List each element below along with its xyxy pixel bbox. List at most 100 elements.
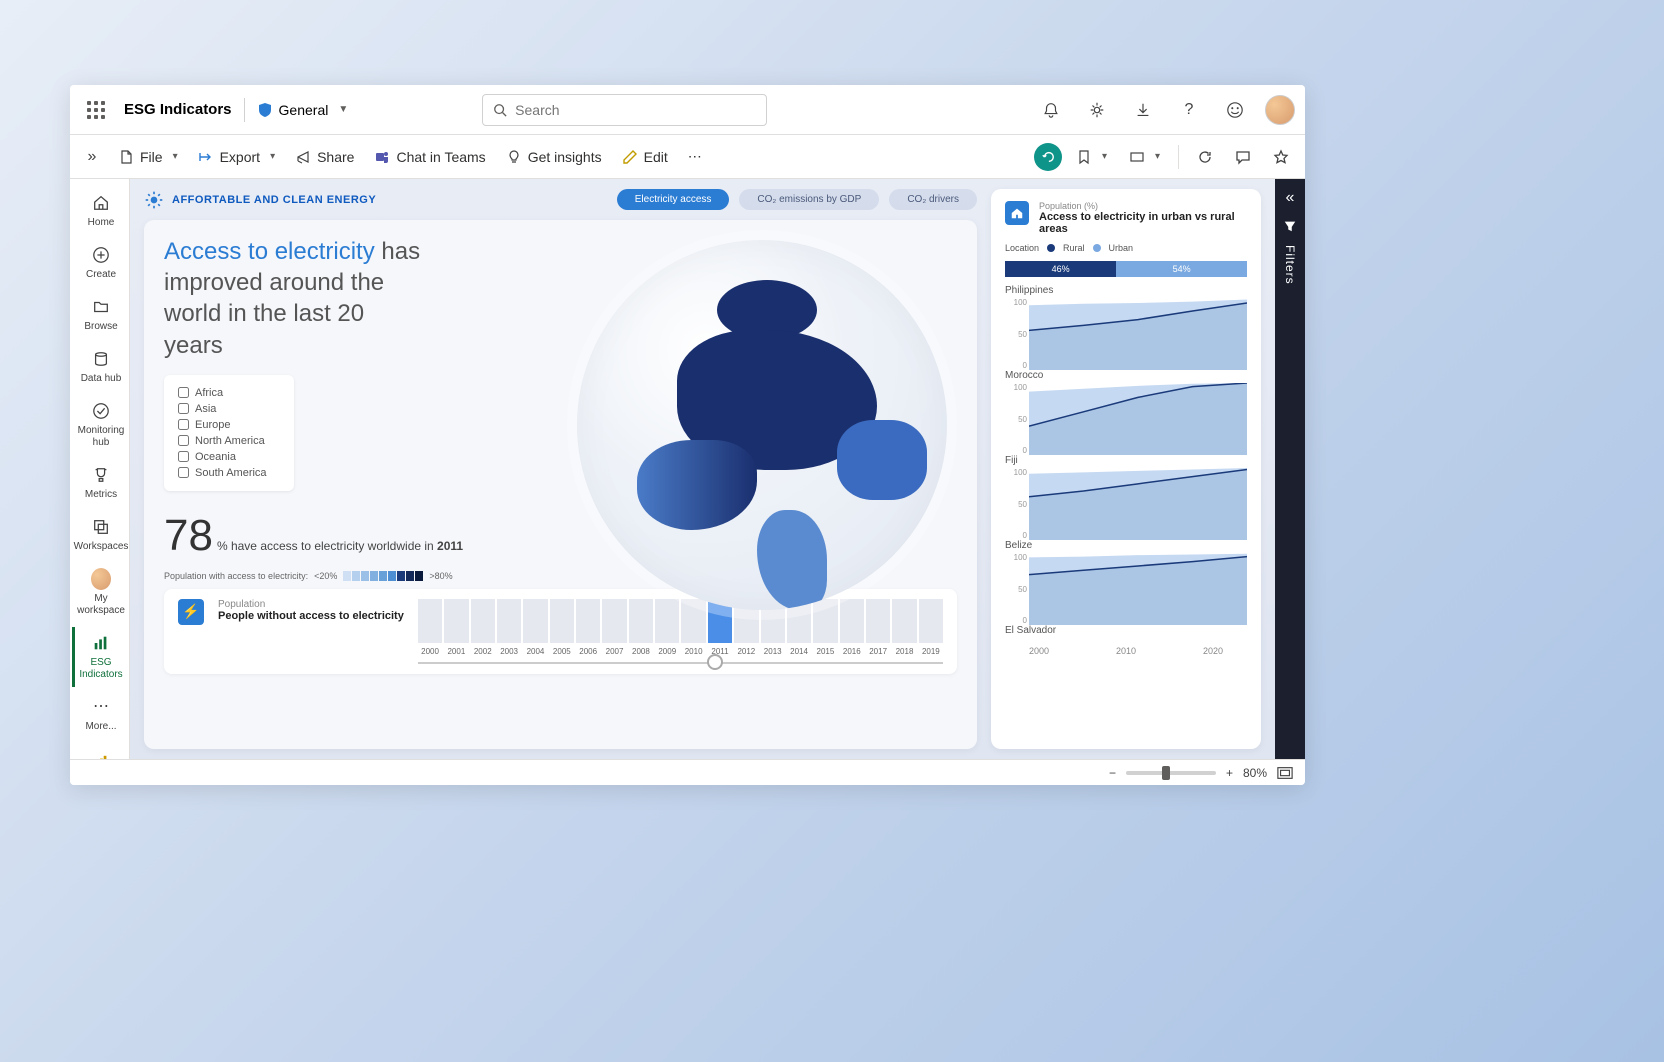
nav-myworkspace[interactable]: My workspace xyxy=(72,563,128,623)
lightbulb-icon xyxy=(506,149,522,165)
favorite-button[interactable] xyxy=(1265,141,1297,173)
sensitivity-dropdown[interactable]: General ▼ xyxy=(257,102,349,118)
slider-thumb[interactable] xyxy=(1162,766,1170,780)
timeline-bar[interactable] xyxy=(444,599,468,643)
timeline-bar[interactable] xyxy=(550,599,574,643)
nav-home[interactable]: Home xyxy=(72,187,128,235)
filters-label: Filters xyxy=(1283,245,1297,285)
region-checkbox[interactable]: Asia xyxy=(178,401,280,417)
legend-high: >80% xyxy=(429,571,452,581)
mini-area-chart[interactable]: Philippines100500 xyxy=(1005,285,1247,370)
insights-label: Get insights xyxy=(528,149,602,165)
split-urban: 54% xyxy=(1116,261,1247,277)
more-menu[interactable]: ⋯ xyxy=(680,144,710,169)
feedback-button[interactable] xyxy=(1219,94,1251,126)
mini-area-chart[interactable]: Belize100500 xyxy=(1005,540,1247,625)
topic-label: AFFORTABLE AND CLEAN ENERGY xyxy=(172,194,376,206)
avatar-icon xyxy=(91,568,111,590)
view-menu[interactable]: ▾ xyxy=(1121,145,1168,169)
year-label: 2008 xyxy=(629,647,653,656)
edit-button[interactable]: Edit xyxy=(614,145,676,169)
refresh-button[interactable] xyxy=(1189,141,1221,173)
region-checkbox[interactable]: Oceania xyxy=(178,449,280,465)
smiley-icon xyxy=(1226,101,1244,119)
mini-area-chart[interactable]: Fiji100500 xyxy=(1005,455,1247,540)
ellipsis-icon: ⋯ xyxy=(93,697,109,716)
nav-label: Home xyxy=(88,217,115,229)
region-checkbox[interactable]: Africa xyxy=(178,385,280,401)
x-tick: 2020 xyxy=(1203,646,1223,656)
insights-button[interactable]: Get insights xyxy=(498,145,610,169)
file-menu[interactable]: File ▾ xyxy=(110,145,186,169)
user-avatar[interactable] xyxy=(1265,95,1295,125)
bookmark-icon xyxy=(1076,149,1092,165)
comment-button[interactable] xyxy=(1227,141,1259,173)
timeline-bar[interactable] xyxy=(523,599,547,643)
share-icon xyxy=(295,149,311,165)
zoom-in[interactable]: + xyxy=(1226,766,1233,780)
timeline-bar[interactable] xyxy=(418,599,442,643)
app-launcher[interactable] xyxy=(80,94,112,126)
x-tick: 2010 xyxy=(1116,646,1136,656)
timeline-slider[interactable] xyxy=(418,662,943,664)
nav-datahub[interactable]: Data hub xyxy=(72,343,128,391)
search-field[interactable] xyxy=(515,102,756,118)
fit-page-icon[interactable] xyxy=(1277,766,1293,780)
year-label: 2005 xyxy=(550,647,574,656)
settings-button[interactable] xyxy=(1081,94,1113,126)
notifications-button[interactable] xyxy=(1035,94,1067,126)
region-filter[interactable]: AfricaAsiaEuropeNorth AmericaOceaniaSout… xyxy=(164,375,294,491)
slider-thumb[interactable] xyxy=(707,654,723,670)
share-button[interactable]: Share xyxy=(287,145,362,169)
view-icon xyxy=(1129,149,1145,165)
region-checkbox[interactable]: South America xyxy=(178,465,280,481)
nav-monitoring[interactable]: Monitoring hub xyxy=(72,395,128,455)
bookmark-menu[interactable]: ▾ xyxy=(1068,145,1115,169)
report-tab[interactable]: CO₂ emissions by GDP xyxy=(739,189,879,210)
chevron-down-icon: ▾ xyxy=(270,151,275,162)
nav-label: Workspaces xyxy=(74,541,129,553)
left-nav: Home Create Browse Data hub Monitoring h… xyxy=(70,179,130,759)
report-tab[interactable]: Electricity access xyxy=(617,189,730,210)
zoom-slider[interactable] xyxy=(1126,771,1216,775)
year-label: 2016 xyxy=(840,647,864,656)
ellipsis-icon: ⋯ xyxy=(688,148,702,165)
nav-workspaces[interactable]: Workspaces xyxy=(72,511,128,559)
timeline-main-title: People without access to electricity xyxy=(218,610,404,622)
globe-map[interactable] xyxy=(577,240,947,610)
filters-pane-toggle[interactable]: « Filters xyxy=(1275,179,1305,759)
location-legend: Location Rural Urban xyxy=(1005,243,1247,253)
mini-area-chart[interactable]: Morocco100500 xyxy=(1005,370,1247,455)
nav-esg-indicators[interactable]: ESG Indicators xyxy=(72,627,128,687)
nav-more[interactable]: ⋯More... xyxy=(72,691,128,739)
legend-label: Location xyxy=(1005,243,1039,253)
chat-teams-button[interactable]: Chat in Teams xyxy=(366,145,493,169)
headline: Access to electricity has improved aroun… xyxy=(164,236,424,361)
chart-title: Morocco xyxy=(1005,370,1247,381)
zoom-out[interactable]: − xyxy=(1109,766,1116,780)
download-button[interactable] xyxy=(1127,94,1159,126)
year-label: 2006 xyxy=(576,647,600,656)
report-tab[interactable]: CO₂ drivers xyxy=(889,189,977,210)
nav-create[interactable]: Create xyxy=(72,239,128,287)
timeline-bar[interactable] xyxy=(471,599,495,643)
export-menu[interactable]: Export ▾ xyxy=(190,145,284,169)
region-checkbox[interactable]: North America xyxy=(178,433,280,449)
year-label: 2015 xyxy=(813,647,837,656)
split-bar-chart[interactable]: 46%54% xyxy=(1005,261,1247,277)
timeline-bar[interactable] xyxy=(497,599,521,643)
split-rural: 46% xyxy=(1005,261,1116,277)
year-label: 2014 xyxy=(787,647,811,656)
chart-title: Belize xyxy=(1005,540,1247,551)
region-checkbox[interactable]: Europe xyxy=(178,417,280,433)
bars-icon xyxy=(92,634,110,652)
reset-button[interactable] xyxy=(1034,143,1062,171)
search-input[interactable] xyxy=(482,94,767,126)
expand-ribbon-button[interactable]: » xyxy=(78,141,106,173)
nav-metrics[interactable]: Metrics xyxy=(72,459,128,507)
search-icon xyxy=(493,103,507,117)
help-button[interactable]: ? xyxy=(1173,94,1205,126)
nav-label: Browse xyxy=(84,321,117,333)
file-label: File xyxy=(140,149,163,165)
nav-browse[interactable]: Browse xyxy=(72,291,128,339)
